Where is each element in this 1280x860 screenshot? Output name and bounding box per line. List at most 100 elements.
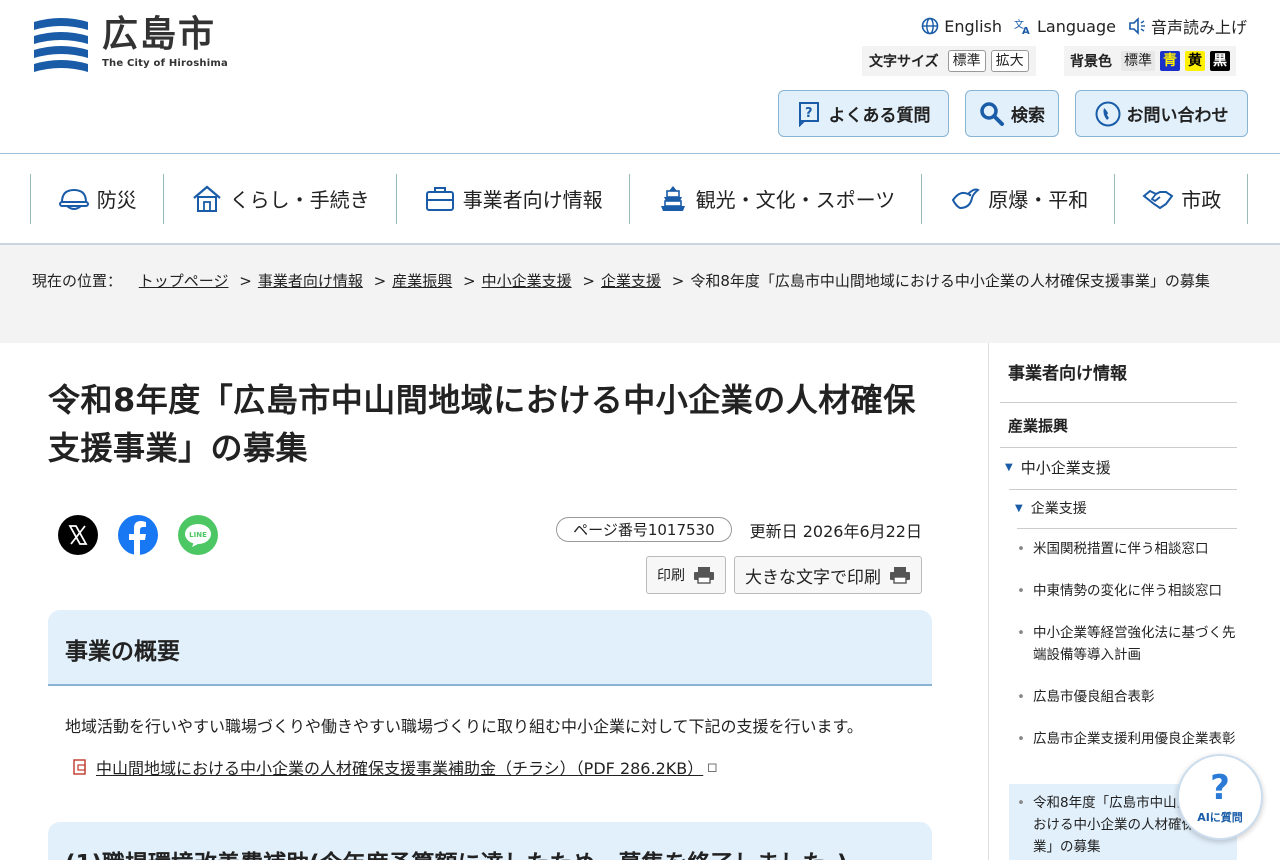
global-navigation: 防災 くらし・手続き 事業者向け情報 観光・文化・スポーツ 原爆・平和 市政 — [0, 153, 1280, 245]
gnav-label: 原爆・平和 — [988, 188, 1089, 212]
sidebar-item-industry[interactable]: 産業振興 — [1008, 415, 1068, 436]
gnav-item-peace[interactable]: 原爆・平和 — [921, 173, 1114, 224]
voice-reader-link[interactable]: 音声読み上げ — [1128, 14, 1247, 38]
x-share-button[interactable] — [58, 515, 98, 555]
font-size-label: 文字サイズ — [869, 54, 939, 70]
svg-text:LINE: LINE — [189, 531, 207, 539]
gnav-label: 事業者向け情報 — [462, 188, 603, 212]
gnav-item-disaster[interactable]: 防災 — [29, 173, 163, 224]
hiroshima-logo-icon — [34, 18, 88, 72]
search-label: 検索 — [1011, 106, 1045, 126]
font-size-control: 文字サイズ 標準 拡大 — [862, 46, 1036, 76]
contact-label: お問い合わせ — [1126, 106, 1229, 126]
printer-icon — [890, 567, 910, 584]
english-link[interactable]: English — [921, 14, 1002, 38]
background-color-control: 背景色 標準 青 黄 黒 — [1064, 46, 1236, 76]
breadcrumb-link-top[interactable]: トップページ — [139, 272, 229, 290]
voice-label: 音声読み上げ — [1150, 18, 1247, 37]
sidebar-item-company-award[interactable]: 広島市企業支援利用優良企業表彰 — [1017, 728, 1237, 750]
sidebar-title[interactable]: 事業者向け情報 — [1008, 359, 1127, 384]
breadcrumb-link-company-support[interactable]: 企業支援 — [601, 272, 661, 290]
language-link[interactable]: 文A Language — [1014, 14, 1116, 38]
overview-paragraph: 地域活動を行いやすい職場づくりや働きやすい職場づくりに取り組む中小企業に対して下… — [65, 717, 863, 736]
print-label: 印刷 — [657, 568, 685, 584]
divider — [1000, 402, 1237, 403]
breadcrumb-link-business[interactable]: 事業者向け情報 — [258, 272, 363, 290]
divider — [1000, 447, 1237, 448]
question-icon: ? — [798, 101, 819, 127]
print-large-button[interactable]: 大きな文字で印刷 — [734, 556, 922, 594]
background-black-button[interactable]: 黒 — [1210, 51, 1230, 71]
gnav-item-living[interactable]: くらし・手続き — [162, 173, 396, 224]
logo-english: The City of Hiroshima — [102, 58, 228, 69]
main-content: 令和8年度「広島市中山間地域における中小企業の人材確保支援事業」の募集 LINE… — [48, 343, 932, 860]
sidebar-item-middle-east[interactable]: 中東情勢の変化に伴う相談窓口 — [1017, 580, 1237, 602]
site-logo[interactable]: 広島市 The City of Hiroshima — [32, 14, 228, 74]
breadcrumb-link-industry[interactable]: 産業振興 — [392, 272, 452, 290]
gnav-item-business[interactable]: 事業者向け情報 — [395, 173, 629, 224]
gnav-label: 市政 — [1181, 188, 1222, 212]
background-standard-button[interactable]: 標準 — [1121, 51, 1155, 71]
utility-links: English 文A Language 音声読み上げ — [921, 14, 1247, 38]
phone-icon — [1095, 101, 1120, 126]
sidebar-item-label: 企業支援 — [1030, 501, 1087, 517]
svg-text:?: ? — [805, 106, 813, 121]
sidebar-item-company-support[interactable]: ▼ 企業支援 — [1015, 498, 1087, 518]
contact-button[interactable]: お問い合わせ — [1075, 90, 1248, 137]
font-size-large-button[interactable]: 拡大 — [990, 50, 1029, 72]
updated-date: 更新日 2026年6月22日 — [749, 521, 922, 541]
facebook-share-button[interactable] — [118, 515, 158, 555]
gnav-item-city-admin[interactable]: 市政 — [1114, 173, 1249, 224]
sidebar-item-advanced-equipment[interactable]: 中小企業等経営強化法に基づく先端設備等導入計画 — [1017, 622, 1237, 666]
pdf-link-label: 中山間地域における中小企業の人材確保支援事業補助金（チラシ）（PDF 286.2… — [96, 759, 704, 778]
line-icon: LINE — [178, 515, 218, 555]
print-button[interactable]: 印刷 — [646, 556, 726, 594]
page-meta: ページ番号1017530 更新日 2026年6月22日 — [556, 517, 922, 542]
print-large-label: 大きな文字で印刷 — [745, 567, 881, 588]
breadcrumb: 現在の位置： トップページ > 事業者向け情報 > 産業振興 > 中小企業支援 > 企業… — [0, 245, 1280, 343]
sidebar-item-label: 中小企業支援 — [1020, 459, 1111, 477]
divider — [1009, 489, 1237, 490]
faq-label: よくある質問 — [828, 106, 931, 126]
dove-icon — [952, 188, 981, 209]
sidebar-item-us-tariff[interactable]: 米国関税措置に伴う相談窓口 — [1017, 538, 1237, 560]
breadcrumb-link-sme-support[interactable]: 中小企業支援 — [482, 272, 572, 290]
x-icon — [58, 515, 98, 555]
faq-button[interactable]: ? よくある質問 — [778, 90, 949, 137]
handshake-icon — [1142, 189, 1174, 209]
language-label: Language — [1037, 16, 1116, 36]
breadcrumb-prefix: 現在の位置： — [32, 272, 123, 290]
background-blue-button[interactable]: 青 — [1160, 51, 1180, 71]
speaker-icon — [1129, 17, 1145, 35]
social-share: LINE — [58, 515, 218, 555]
section-heading-improvement: (1)職場環境改善費補助(今年度予算額に達したため、募集を終了しました。) — [48, 822, 932, 860]
section-heading-overview: 事業の概要 — [48, 610, 932, 686]
pdf-flyer-link[interactable]: 中山間地域における中小企業の人材確保支援事業補助金（チラシ）（PDF 286.2… — [72, 755, 719, 779]
background-yellow-button[interactable]: 黄 — [1185, 51, 1205, 71]
logo-japanese: 広島市 — [102, 14, 217, 55]
facebook-icon — [118, 515, 158, 555]
font-size-standard-button[interactable]: 標準 — [947, 50, 986, 72]
ai-question-button[interactable]: ? AIに質問 — [1177, 754, 1263, 840]
new-window-icon — [708, 763, 717, 772]
line-share-button[interactable]: LINE — [178, 515, 218, 555]
house-icon — [192, 185, 221, 212]
background-label: 背景色 — [1070, 54, 1112, 70]
search-icon — [980, 101, 1004, 126]
globe-icon — [921, 17, 939, 35]
breadcrumb-current: 令和8年度「広島市中山間地域における中小企業の人材確保支援事業」の募集 — [690, 272, 1210, 290]
search-button[interactable]: 検索 — [965, 90, 1059, 137]
gnav-item-tourism[interactable]: 観光・文化・スポーツ — [628, 173, 922, 224]
briefcase-icon — [425, 186, 454, 211]
sidebar-item-sme-support[interactable]: ▼ 中小企業支援 — [1005, 457, 1111, 478]
site-header: 広島市 The City of Hiroshima English 文A Lan… — [0, 0, 1280, 153]
question-mark-icon: ? — [1210, 768, 1230, 808]
sidebar-item-union-award[interactable]: 広島市優良組合表彰 — [1017, 686, 1237, 708]
gnav-label: 観光・文化・スポーツ — [695, 188, 896, 212]
divider — [1017, 528, 1237, 529]
printer-icon — [694, 567, 714, 584]
ai-question-label: AIに質問 — [1197, 811, 1243, 824]
helmet-icon — [58, 188, 89, 210]
page-number-badge: ページ番号1017530 — [556, 517, 732, 542]
castle-icon — [660, 185, 685, 211]
